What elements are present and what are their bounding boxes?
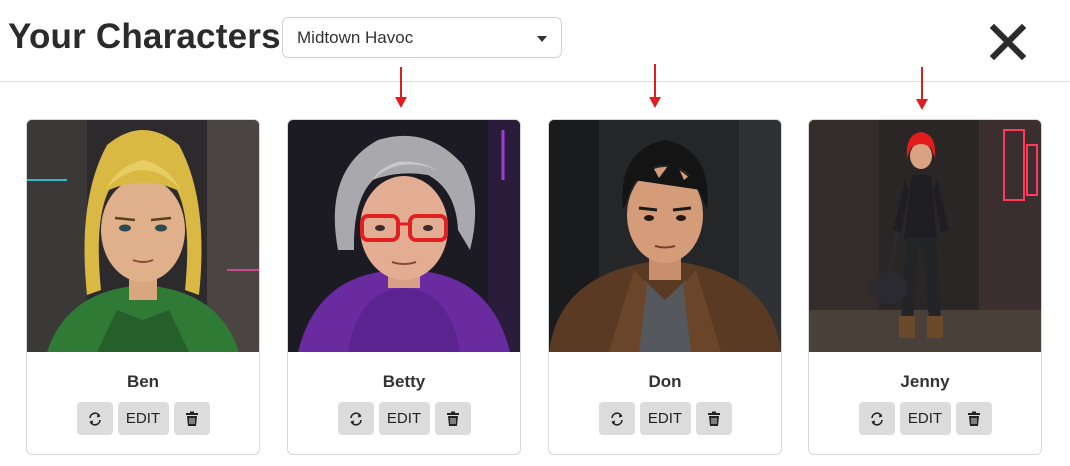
character-portrait [809,120,1041,352]
refresh-icon [88,411,101,426]
caret-down-icon [537,36,547,42]
regenerate-button[interactable] [598,402,635,435]
character-name: Betty [382,372,426,391]
character-actions: EDIT [549,402,781,435]
world-select-value: Midtown Havoc [297,28,414,47]
character-name: Ben [126,372,160,391]
delete-button[interactable] [434,402,471,435]
character-card: Jenny EDIT [808,119,1042,455]
delete-button[interactable] [173,402,210,435]
character-card: Don EDIT [548,119,782,455]
regenerate-button[interactable] [337,402,374,435]
close-icon [989,23,1027,61]
character-actions: EDIT [288,402,520,435]
refresh-icon [870,411,883,426]
delete-button[interactable] [695,402,732,435]
character-card: Ben EDIT [26,119,260,455]
regenerate-button[interactable] [76,402,113,435]
page-title: Your Characters [8,17,281,56]
page-header: Your Characters Midtown Havoc [0,0,1070,82]
character-actions: EDIT [27,402,259,435]
edit-button[interactable]: EDIT [117,402,169,435]
character-name: Jenny [900,372,950,391]
trash-icon [446,411,459,426]
character-portrait [288,120,520,352]
arrow-down-icon [649,64,661,108]
character-portrait [549,120,781,352]
regenerate-button[interactable] [858,402,895,435]
character-actions: EDIT [809,402,1041,435]
trash-icon [707,411,720,426]
character-name: Don [648,372,682,391]
trash-icon [967,411,980,426]
refresh-icon [610,411,623,426]
character-card: Betty EDIT [287,119,521,455]
character-portrait [27,120,259,352]
delete-button[interactable] [955,402,992,435]
refresh-icon [349,411,362,426]
edit-button[interactable]: EDIT [899,402,951,435]
world-select[interactable]: Midtown Havoc [282,17,562,58]
edit-button[interactable]: EDIT [378,402,430,435]
arrow-down-icon [395,67,407,108]
edit-button[interactable]: EDIT [639,402,691,435]
arrow-down-icon [916,67,928,110]
trash-icon [185,411,198,426]
close-button[interactable] [986,20,1030,64]
